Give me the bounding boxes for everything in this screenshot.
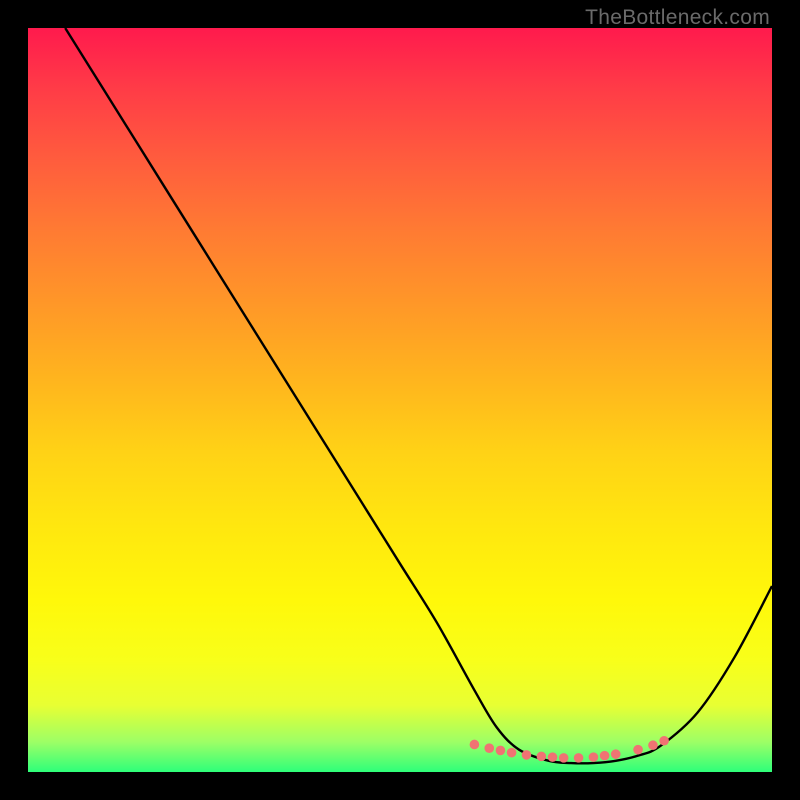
- highlight-dot: [648, 740, 658, 750]
- watermark-text: TheBottleneck.com: [585, 6, 770, 30]
- highlight-dot: [600, 751, 610, 761]
- highlight-dot: [548, 752, 558, 762]
- highlight-dot: [507, 748, 517, 758]
- curve-layer: [28, 28, 772, 772]
- highlight-dot: [470, 740, 480, 750]
- highlight-dot: [496, 746, 506, 756]
- highlight-dot: [589, 752, 599, 762]
- highlight-dot: [559, 753, 569, 763]
- highlight-dot: [522, 750, 532, 760]
- trough-dots: [470, 736, 669, 763]
- highlight-dot: [633, 745, 643, 755]
- bottleneck-curve: [65, 28, 772, 763]
- highlight-dot: [537, 752, 547, 762]
- chart-canvas: TheBottleneck.com: [0, 0, 800, 800]
- highlight-dot: [659, 736, 669, 746]
- highlight-dot: [484, 743, 494, 753]
- highlight-dot: [574, 753, 584, 763]
- highlight-dot: [611, 749, 621, 759]
- plot-area: [28, 28, 772, 772]
